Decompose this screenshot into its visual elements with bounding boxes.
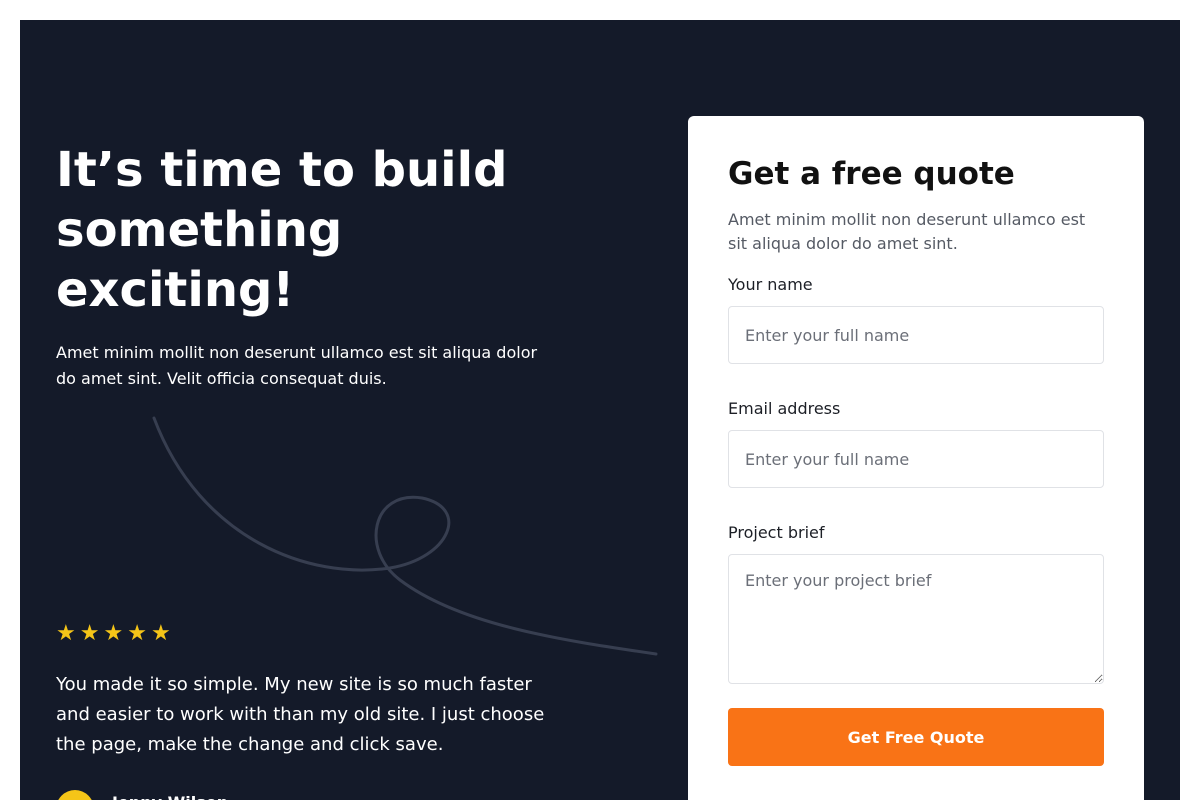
name-label: Your name — [728, 275, 813, 294]
star-icon: ★ — [150, 621, 171, 646]
avatar — [56, 790, 94, 800]
hero-subtext: Amet minim mollit non deserunt ullamco e… — [56, 343, 538, 388]
testimonial-author: Jenny Wilson — [56, 790, 228, 800]
star-icon: ★ — [56, 621, 76, 646]
get-free-quote-button[interactable]: Get Free Quote — [728, 708, 1104, 766]
rating-stars: ★ ★ ★ ★ ★ — [56, 622, 171, 646]
decorative-squiggle — [152, 416, 658, 656]
hero-content: It’s time to build something exciting! A… — [56, 140, 616, 392]
testimonial-quote: You made it so simple. My new site is so… — [56, 674, 545, 755]
project-brief-textarea[interactable] — [728, 554, 1104, 684]
star-icon: ★ — [127, 621, 147, 646]
author-name: Jenny Wilson — [112, 792, 228, 800]
hero-headline: It’s time to build something exciting! — [56, 142, 508, 318]
star-icon: ★ — [103, 621, 124, 646]
email-label: Email address — [728, 399, 841, 418]
hero-section: It’s time to build something exciting! A… — [20, 20, 1180, 800]
star-icon: ★ — [79, 621, 100, 646]
email-input[interactable] — [728, 430, 1104, 488]
name-input[interactable] — [728, 306, 1104, 364]
quote-form-card: Get a free quote Amet minim mollit non d… — [688, 116, 1144, 800]
form-title: Get a free quote — [728, 156, 1015, 192]
form-description: Amet minim mollit non deserunt ullamco e… — [728, 210, 1086, 253]
project-brief-label: Project brief — [728, 523, 825, 542]
